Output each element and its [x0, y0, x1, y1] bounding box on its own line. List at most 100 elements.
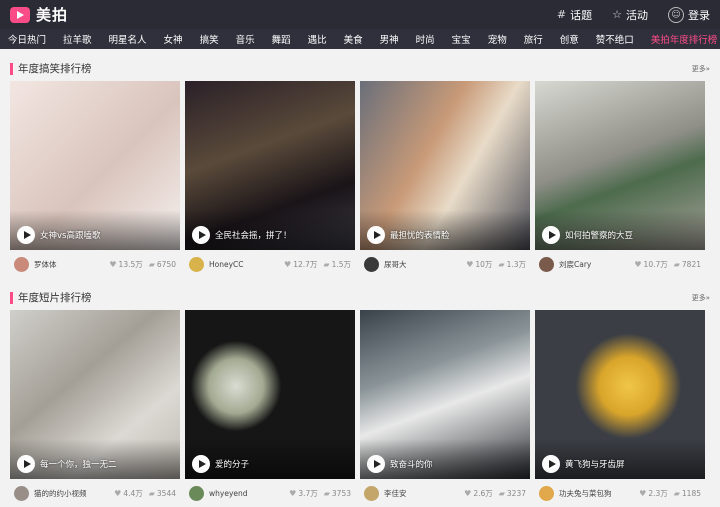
video-thumbnail[interactable]: 黄飞狗与牙齿屏: [535, 310, 705, 479]
comment-icon: ▰: [148, 488, 155, 498]
category-tab[interactable]: 美拍年度排行榜: [651, 32, 718, 46]
comment-icon: ▰: [148, 259, 155, 269]
category-tab[interactable]: 女神: [164, 32, 183, 46]
video-thumbnail[interactable]: 致奋斗的你: [360, 310, 530, 479]
author-name[interactable]: HoneyCC: [209, 260, 244, 269]
category-tab[interactable]: 男神: [380, 32, 399, 46]
heart-icon: ♥: [464, 488, 472, 498]
author-name[interactable]: 李佳安: [384, 488, 407, 499]
comment-icon: ▰: [673, 259, 680, 269]
video-card[interactable]: 全民社会摇，拼了！ HoneyCC ♥ 12.7万 ▰ 1.5万: [185, 81, 355, 278]
video-caption: 每一个你，独一无二: [40, 460, 117, 470]
video-stats: ♥ 2.6万 ▰ 3237: [464, 488, 526, 499]
category-tab[interactable]: 创意: [560, 32, 579, 46]
category-tab[interactable]: 今日热门: [8, 32, 46, 46]
video-card[interactable]: 致奋斗的你李佳安 ♥ 2.6万 ▰ 3237: [360, 310, 530, 507]
likes-stat: ♥ 2.6万: [464, 488, 493, 498]
video-meta: 功夫兔与菜包狗 ♥ 2.3万 ▰ 1185: [535, 479, 705, 507]
topics-link[interactable]: # 话题: [557, 7, 592, 23]
likes-stat: ♥ 4.4万: [114, 488, 143, 498]
play-icon[interactable]: [17, 455, 35, 473]
video-card[interactable]: 黄飞狗与牙齿屏功夫兔与菜包狗 ♥ 2.3万 ▰ 1185: [535, 310, 705, 507]
user-avatar-icon: ☺: [668, 6, 684, 23]
thumb-gradient: [360, 439, 530, 479]
star-icon: ☆: [612, 8, 622, 21]
video-logo-icon: [10, 6, 30, 23]
video-thumbnail[interactable]: 每一个你，独一无二: [10, 310, 180, 479]
video-caption: 最担忧的表情脸: [390, 231, 450, 241]
category-tab[interactable]: 音乐: [236, 32, 255, 46]
category-tab[interactable]: 时尚: [416, 32, 435, 46]
play-icon[interactable]: [367, 455, 385, 473]
author-avatar[interactable]: [14, 485, 29, 501]
play-icon[interactable]: [192, 226, 210, 244]
comments-stat: ▰ 3753: [323, 488, 351, 498]
app-name: 美拍: [36, 6, 69, 24]
video-thumbnail[interactable]: 如何拍警察的大豆: [535, 81, 705, 250]
heart-icon: ♥: [284, 259, 292, 269]
play-icon[interactable]: [367, 226, 385, 244]
heart-icon: ♥: [639, 488, 647, 498]
likes-stat: ♥ 13.5万: [109, 259, 143, 269]
author-name[interactable]: 功夫兔与菜包狗: [559, 488, 612, 499]
video-meta: 刘宸Cary ♥ 10.7万 ▰ 7821: [535, 250, 705, 278]
video-caption: 爱的分子: [215, 460, 250, 470]
more-link[interactable]: 更多»: [692, 293, 710, 303]
video-stats: ♥ 3.7万 ▰ 3753: [289, 488, 351, 499]
video-stats: ♥ 12.7万 ▰ 1.5万: [284, 259, 351, 270]
author-avatar[interactable]: [364, 485, 379, 501]
video-card[interactable]: 最担忧的表情脸尿哥大 ♥ 10万 ▰ 1.3万: [360, 81, 530, 278]
comments-stat: ▰ 3544: [148, 488, 176, 498]
category-tab[interactable]: 美食: [344, 32, 363, 46]
video-meta: 李佳安 ♥ 2.6万 ▰ 3237: [360, 479, 530, 507]
play-icon[interactable]: [17, 226, 35, 244]
category-bar: 今日热门 拉羊歌 明星名人 女神 搞笑 音乐 舞蹈 遇比 美食 男神 时尚 宝宝 宠物 旅行 创意 赞不绝口 美…: [0, 29, 720, 49]
video-stats: ♥ 13.5万 ▰ 6750: [109, 259, 176, 270]
video-meta: HoneyCC ♥ 12.7万 ▰ 1.5万: [185, 250, 355, 278]
category-tab[interactable]: 赞不绝口: [596, 32, 634, 46]
author-avatar[interactable]: [189, 485, 204, 501]
category-tab[interactable]: 明星名人: [109, 32, 147, 46]
author-name[interactable]: 罗体体: [34, 259, 57, 270]
video-stats: ♥ 10.7万 ▰ 7821: [634, 259, 701, 270]
video-thumbnail[interactable]: 爱的分子: [185, 310, 355, 479]
video-card[interactable]: 如何拍警察的大豆 刘宸Cary ♥ 10.7万 ▰ 7821: [535, 81, 705, 278]
events-link[interactable]: ☆ 活动: [612, 7, 648, 23]
author-name[interactable]: whyeyend: [209, 489, 248, 498]
play-icon[interactable]: [542, 455, 560, 473]
video-card[interactable]: 女神vs高跟嗑歌 罗体体 ♥ 13.5万 ▰ 6750: [10, 81, 180, 278]
login-button[interactable]: ☺ 登录: [668, 6, 710, 23]
video-thumbnail[interactable]: 最担忧的表情脸: [360, 81, 530, 250]
category-tab[interactable]: 舞蹈: [272, 32, 291, 46]
video-stats: ♥ 10万 ▰ 1.3万: [466, 259, 526, 270]
category-tab[interactable]: 搞笑: [200, 32, 219, 46]
author-avatar[interactable]: [539, 256, 554, 272]
comments-stat: ▰ 1.3万: [498, 259, 526, 269]
category-tab[interactable]: 宠物: [488, 32, 507, 46]
play-icon[interactable]: [192, 455, 210, 473]
author-name[interactable]: 尿哥大: [384, 259, 407, 270]
author-name[interactable]: 刘宸Cary: [559, 259, 591, 270]
author-avatar[interactable]: [14, 256, 29, 272]
play-icon[interactable]: [542, 226, 560, 244]
author-name[interactable]: 猫的的约小视频: [34, 488, 87, 499]
author-avatar[interactable]: [539, 485, 554, 501]
video-thumbnail[interactable]: 女神vs高跟嗑歌: [10, 81, 180, 250]
likes-stat: ♥ 12.7万: [284, 259, 318, 269]
comment-icon: ▰: [323, 488, 330, 498]
category-tab[interactable]: 拉羊歌: [63, 32, 92, 46]
video-stats: ♥ 2.3万 ▰ 1185: [639, 488, 701, 499]
category-tab[interactable]: 旅行: [524, 32, 543, 46]
section-header: 年度短片排行榜 更多»: [0, 285, 720, 310]
app-logo[interactable]: 美拍: [10, 4, 68, 25]
video-thumbnail[interactable]: 全民社会摇，拼了！: [185, 81, 355, 250]
author-avatar[interactable]: [189, 256, 204, 272]
video-card[interactable]: 爱的分子 whyeyend ♥ 3.7万 ▰ 3753: [185, 310, 355, 507]
more-link[interactable]: 更多»: [692, 64, 710, 74]
video-card[interactable]: 每一个你，独一无二猫的的约小视频 ♥ 4.4万 ▰ 3544: [10, 310, 180, 507]
category-tab[interactable]: 宝宝: [452, 32, 471, 46]
category-tab[interactable]: 遇比: [308, 32, 327, 46]
video-caption: 致奋斗的你: [390, 460, 433, 470]
author-avatar[interactable]: [364, 256, 379, 272]
likes-stat: ♥ 10.7万: [634, 259, 668, 269]
